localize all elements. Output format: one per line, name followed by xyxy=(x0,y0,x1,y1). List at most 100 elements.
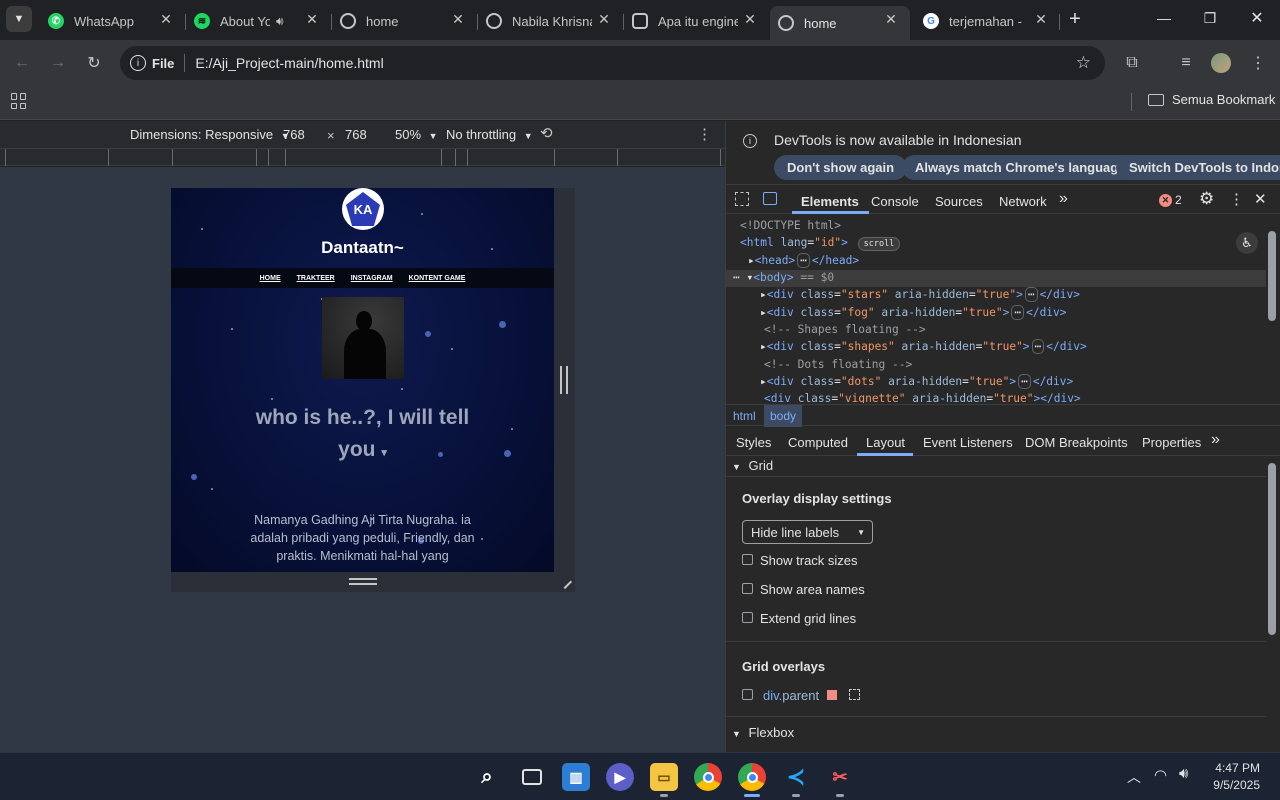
wifi-icon[interactable]: ◠ xyxy=(1154,766,1167,784)
show-element-icon[interactable] xyxy=(849,689,860,700)
div-parent-overlay-label[interactable]: div.parent xyxy=(763,688,819,703)
dont-show-again-button[interactable]: Don't show again xyxy=(774,155,908,180)
tab-whatsapp[interactable]: ✆ WhatsApp ✕ xyxy=(40,6,185,36)
apps-grid-icon[interactable] xyxy=(11,93,27,109)
dom-html[interactable]: <html lang="id"> scroll xyxy=(740,236,901,251)
overlay-color-swatch[interactable] xyxy=(827,690,837,700)
dom-div-stars[interactable]: ▸<div class="stars" aria-hidden="true"> ⋯… xyxy=(760,287,1080,302)
show-track-sizes-checkbox[interactable] xyxy=(742,554,753,565)
nav-trakteer[interactable]: TRAKTEER xyxy=(297,275,335,282)
extensions-icon[interactable]: ⧉ xyxy=(1118,49,1146,77)
dom-body[interactable]: ⋯ ▾<body> == $0 xyxy=(733,271,834,284)
chrome-profile-icon[interactable] xyxy=(738,763,766,791)
rotate-icon[interactable]: ⟲ xyxy=(540,124,553,142)
tab-home-active[interactable]: home ✕ xyxy=(770,6,910,40)
dom-div-vignette[interactable]: <div class="vignette" aria-hidden="true"… xyxy=(764,392,1081,403)
dom-div-shapes[interactable]: ▸<div class="shapes" aria-hidden="true">… xyxy=(760,339,1087,354)
settings-gear-icon[interactable]: ⚙ xyxy=(1199,189,1214,209)
close-icon[interactable]: ✕ xyxy=(595,11,613,28)
tab-nabila[interactable]: Nabila Khrisna ✕ xyxy=(478,6,623,36)
extend-grid-lines-label[interactable]: Extend grid lines xyxy=(760,611,856,626)
width-input[interactable]: 768 xyxy=(283,127,323,142)
tab-styles[interactable]: Styles xyxy=(736,435,771,450)
url-text[interactable]: E:/Aji_Project-main/home.html xyxy=(195,55,383,71)
more-tabs-icon[interactable]: » xyxy=(1211,431,1220,449)
error-count[interactable]: 2 xyxy=(1175,193,1182,207)
dimensions-dropdown[interactable]: Dimensions: Responsive ▼ xyxy=(130,127,290,142)
tab-search-button[interactable]: ▼ xyxy=(6,6,32,32)
tab-elements[interactable]: Elements xyxy=(801,194,859,209)
tab-dom-breakpoints[interactable]: DOM Breakpoints xyxy=(1025,435,1128,450)
resize-handle-corner[interactable] xyxy=(557,574,573,590)
tab-network[interactable]: Network xyxy=(999,194,1047,209)
scroll-badge[interactable]: scroll xyxy=(857,237,901,251)
tab-home-1[interactable]: home ✕ xyxy=(332,6,477,36)
clock-time[interactable]: 4:47 PM xyxy=(1200,761,1260,775)
breadcrumb-html[interactable]: html xyxy=(733,409,756,423)
device-toggle-icon[interactable] xyxy=(763,192,777,205)
all-bookmarks-button[interactable]: Semua Bookmark xyxy=(1148,92,1275,107)
dom-head[interactable]: ▸<head> ⋯ </head> xyxy=(748,253,859,268)
resize-handle-right[interactable] xyxy=(560,366,568,394)
speaker-icon[interactable]: 🔊︎ xyxy=(276,14,284,29)
close-icon[interactable]: ✕ xyxy=(741,11,759,28)
volume-icon[interactable]: 🔊︎ xyxy=(1179,765,1188,782)
close-icon[interactable]: ✕ xyxy=(1032,11,1050,28)
tab-sources[interactable]: Sources xyxy=(935,194,983,209)
windows-start-icon[interactable] xyxy=(428,763,456,791)
match-language-button[interactable]: Always match Chrome's language xyxy=(902,155,1139,180)
system-tray-chevron-icon[interactable]: ︿ xyxy=(1127,767,1141,787)
tab-computed[interactable]: Computed xyxy=(788,435,848,450)
close-icon[interactable]: ✕ xyxy=(157,11,175,28)
height-input[interactable]: 768 xyxy=(345,127,385,142)
nav-kontent-game[interactable]: KONTENT GAME xyxy=(409,275,466,282)
nav-instagram[interactable]: INSTAGRAM xyxy=(351,275,393,282)
extend-grid-lines-checkbox[interactable] xyxy=(742,612,753,623)
tab-layout[interactable]: Layout xyxy=(866,435,905,450)
throttling-dropdown[interactable]: No throttling ▼ xyxy=(446,127,533,142)
omnibox[interactable]: i File E:/Aji_Project-main/home.html ☆ xyxy=(120,46,1105,80)
grid-section-header[interactable]: ▼ Grid xyxy=(732,458,773,473)
restore-button[interactable]: ❐ xyxy=(1196,10,1224,30)
tab-console[interactable]: Console xyxy=(871,194,919,209)
close-devtools-icon[interactable]: ✕ xyxy=(1254,190,1267,208)
forward-button[interactable]: → xyxy=(44,49,72,77)
profile-avatar[interactable] xyxy=(1211,53,1231,73)
media-query-ruler[interactable] xyxy=(0,148,725,166)
task-view-icon[interactable] xyxy=(518,763,546,791)
star-icon[interactable]: ☆ xyxy=(1076,53,1091,73)
more-tabs-icon[interactable]: » xyxy=(1059,190,1068,208)
close-window-button[interactable]: ✕ xyxy=(1243,8,1271,30)
dom-scrollbar[interactable] xyxy=(1268,231,1276,321)
tab-event-listeners[interactable]: Event Listeners xyxy=(923,435,1013,450)
nav-home[interactable]: HOME xyxy=(260,275,281,282)
widgets-icon[interactable]: ▥ xyxy=(562,763,590,791)
dom-doctype[interactable]: <!DOCTYPE html> xyxy=(740,219,841,232)
show-area-names-checkbox[interactable] xyxy=(742,583,753,594)
accessibility-icon[interactable]: ♿︎ xyxy=(1236,232,1258,254)
dom-div-dots[interactable]: ▸<div class="dots" aria-hidden="true"> ⋯ <… xyxy=(760,374,1073,389)
search-icon[interactable]: ⌕ xyxy=(473,763,501,791)
close-icon[interactable]: ✕ xyxy=(882,11,900,28)
flexbox-section-header[interactable]: ▼ Flexbox xyxy=(732,725,794,740)
scheme-label[interactable]: File xyxy=(152,56,174,71)
show-track-sizes-label[interactable]: Show track sizes xyxy=(760,553,858,568)
layout-scrollbar[interactable] xyxy=(1268,463,1276,635)
zoom-dropdown[interactable]: 50% ▼ xyxy=(395,127,438,142)
snipping-tool-icon[interactable]: ✂ xyxy=(826,763,854,791)
inspect-element-icon[interactable] xyxy=(735,192,749,206)
tab-spotify[interactable]: ≋ About You 🔊︎ ✕ xyxy=(186,6,331,36)
reload-button[interactable]: ↻ xyxy=(80,49,108,77)
devtools-menu-icon[interactable]: ⋮ xyxy=(1229,190,1244,208)
tab-terjemahan[interactable]: G terjemahan - ✕ xyxy=(915,6,1060,36)
resize-handle-bottom[interactable] xyxy=(349,578,377,585)
tab-chatgpt[interactable]: Apa itu engine ✕ xyxy=(624,6,769,36)
dom-div-fog[interactable]: ▸<div class="fog" aria-hidden="true"> ⋯ </… xyxy=(760,305,1067,320)
back-button[interactable]: ← xyxy=(8,49,36,77)
div-parent-overlay-checkbox[interactable] xyxy=(742,689,753,700)
more-options-icon[interactable]: ⋮ xyxy=(697,125,712,143)
dom-comment-dots[interactable]: <!-- Dots floating --> xyxy=(764,358,912,371)
tab-properties[interactable]: Properties xyxy=(1142,435,1201,450)
close-icon[interactable]: ✕ xyxy=(449,11,467,28)
line-labels-select[interactable]: Hide line labels ▼ xyxy=(742,520,873,544)
